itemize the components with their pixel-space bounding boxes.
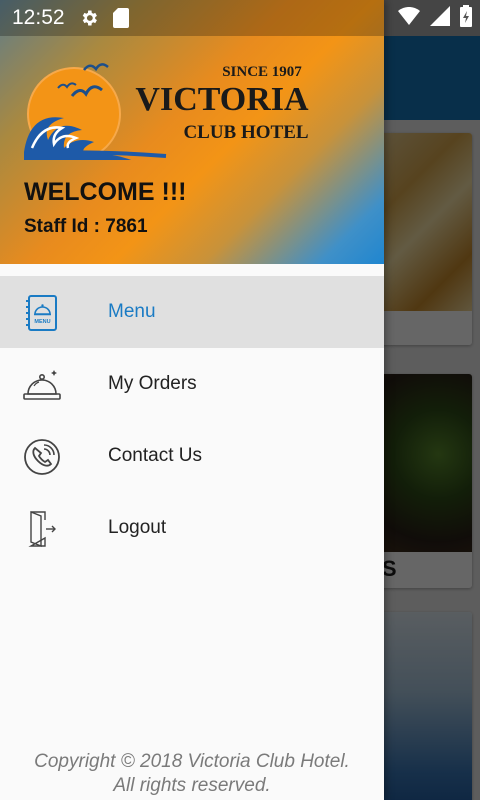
nav-item-label: Menu [108, 301, 156, 322]
copyright-line-2: All rights reserved. [113, 775, 271, 796]
staff-id-value: 7861 [105, 216, 148, 237]
nav-item-label: Logout [108, 517, 167, 538]
navigation-drawer: SINCE 1907 VICTORIA CLUB HOTEL WELCOME !… [0, 0, 384, 800]
nav-item-label: My Orders [108, 373, 197, 394]
staff-id-line: Staff Id : 7861 [24, 216, 148, 238]
copyright-line-1: Copyright © 2018 Victoria Club Hotel. [34, 751, 350, 772]
welcome-text: WELCOME !!! [24, 178, 187, 206]
signal-icon [430, 5, 450, 31]
logo-subtitle: CLUB HOTEL [183, 122, 308, 143]
phone-call-icon [22, 438, 62, 476]
battery-charging-icon [460, 4, 472, 32]
logo-since: SINCE 1907 [222, 64, 302, 80]
copyright-text: Copyright © 2018 Victoria Club Hotel. Al… [0, 750, 384, 798]
drawer-nav: MENU Menu My Orders Contact Us Logout [0, 276, 384, 564]
drawer-header: SINCE 1907 VICTORIA CLUB HOTEL WELCOME !… [0, 0, 384, 264]
nav-item-menu[interactable]: MENU Menu [0, 276, 384, 348]
menu-book-icon: MENU [22, 294, 62, 332]
settings-gear-icon [79, 8, 99, 28]
nav-item-label: Contact Us [108, 445, 202, 466]
service-bell-icon [22, 366, 62, 404]
svg-text:MENU: MENU [34, 319, 50, 325]
status-time: 12:52 [12, 6, 65, 29]
nav-item-contact-us[interactable]: Contact Us [0, 420, 384, 492]
status-bar: 12:52 [0, 0, 480, 36]
sd-card-icon [112, 8, 129, 28]
logo-name: VICTORIA [135, 81, 309, 118]
logout-door-icon [22, 510, 62, 548]
wifi-icon [398, 6, 420, 30]
hotel-logo: SINCE 1907 VICTORIA CLUB HOTEL [22, 56, 332, 162]
nav-item-logout[interactable]: Logout [0, 492, 384, 564]
nav-item-my-orders[interactable]: My Orders [0, 348, 384, 420]
staff-id-label: Staff Id : [24, 216, 106, 237]
